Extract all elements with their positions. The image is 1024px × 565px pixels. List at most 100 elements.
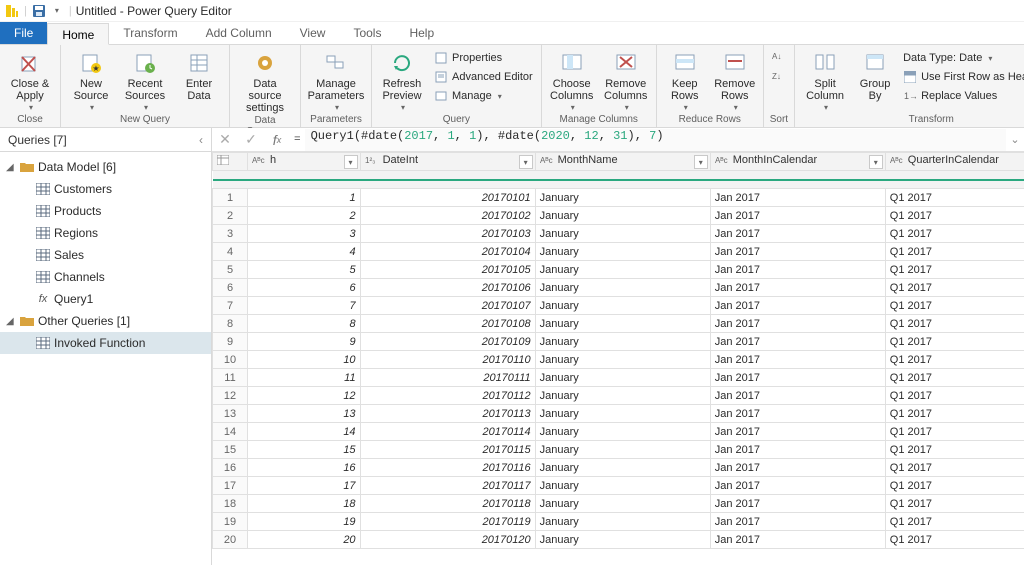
cell[interactable]: January xyxy=(535,279,710,297)
row-header[interactable]: 10 xyxy=(213,351,248,369)
split-column-button[interactable]: Split Column▾ xyxy=(801,47,849,112)
row-header[interactable]: 7 xyxy=(213,297,248,315)
data-source-settings-button[interactable]: Data source settings xyxy=(236,47,294,114)
cell[interactable]: 14 xyxy=(248,423,361,441)
tab-file[interactable]: File xyxy=(0,22,47,44)
expand-formula-icon[interactable]: ⌄ xyxy=(1006,133,1024,146)
remove-rows-button[interactable]: Remove Rows▾ xyxy=(713,47,757,112)
cell[interactable]: Q1 2017 xyxy=(885,405,1024,423)
cell[interactable]: 20170119 xyxy=(360,513,535,531)
cell[interactable]: 20170113 xyxy=(360,405,535,423)
table-row[interactable]: 151520170115JanuaryJan 2017Q1 2017 xyxy=(213,441,1024,459)
row-header[interactable]: 12 xyxy=(213,387,248,405)
table-row[interactable]: 161620170116JanuaryJan 2017Q1 2017 xyxy=(213,459,1024,477)
cell[interactable]: 7 xyxy=(248,297,361,315)
tree-folder[interactable]: ◢Data Model [6] xyxy=(0,156,211,178)
cell[interactable]: Jan 2017 xyxy=(710,531,885,549)
row-header[interactable]: 2 xyxy=(213,207,248,225)
cell[interactable]: Jan 2017 xyxy=(710,351,885,369)
cell[interactable]: Jan 2017 xyxy=(710,315,885,333)
cell[interactable]: Jan 2017 xyxy=(710,459,885,477)
row-header[interactable]: 4 xyxy=(213,243,248,261)
row-header[interactable]: 1 xyxy=(213,189,248,207)
accept-formula-button[interactable]: ✓ xyxy=(238,128,264,152)
cell[interactable]: 11 xyxy=(248,369,361,387)
cell[interactable]: 20170120 xyxy=(360,531,535,549)
cell[interactable]: January xyxy=(535,459,710,477)
cell[interactable]: January xyxy=(535,405,710,423)
row-header[interactable]: 9 xyxy=(213,333,248,351)
cell[interactable]: Jan 2017 xyxy=(710,189,885,207)
group-by-button[interactable]: Group By xyxy=(855,47,895,102)
cell[interactable]: 20170116 xyxy=(360,459,535,477)
cancel-formula-button[interactable]: ✕ xyxy=(212,128,238,152)
cell[interactable]: 20170105 xyxy=(360,261,535,279)
cell[interactable]: Jan 2017 xyxy=(710,441,885,459)
new-source-button[interactable]: ★ New Source▾ xyxy=(67,47,115,112)
tab-home[interactable]: Home xyxy=(47,23,109,45)
table-row[interactable]: 111120170111JanuaryJan 2017Q1 2017 xyxy=(213,369,1024,387)
cell[interactable]: 20170104 xyxy=(360,243,535,261)
cell[interactable]: Jan 2017 xyxy=(710,297,885,315)
cell[interactable]: January xyxy=(535,513,710,531)
tree-item[interactable]: Customers xyxy=(0,178,211,200)
cell[interactable]: Q1 2017 xyxy=(885,423,1024,441)
cell[interactable]: January xyxy=(535,495,710,513)
sort-asc-button[interactable]: A↓ xyxy=(770,47,788,65)
column-dropdown-icon[interactable]: ▾ xyxy=(694,155,708,169)
tree-item[interactable]: Products xyxy=(0,200,211,222)
cell[interactable]: January xyxy=(535,315,710,333)
row-header[interactable]: 19 xyxy=(213,513,248,531)
cell[interactable]: 20170101 xyxy=(360,189,535,207)
cell[interactable]: Q1 2017 xyxy=(885,495,1024,513)
tab-add-column[interactable]: Add Column xyxy=(192,22,286,44)
close-apply-button[interactable]: Close & Apply▾ xyxy=(6,47,54,112)
cell[interactable]: 5 xyxy=(248,261,361,279)
cell[interactable]: Jan 2017 xyxy=(710,513,885,531)
cell[interactable]: 4 xyxy=(248,243,361,261)
table-row[interactable]: 202020170120JanuaryJan 2017Q1 2017 xyxy=(213,531,1024,549)
cell[interactable]: 20170103 xyxy=(360,225,535,243)
cell[interactable]: Q1 2017 xyxy=(885,261,1024,279)
data-grid[interactable]: Aᴮc h▾1²₃ DateInt▾Aᴮc MonthName▾Aᴮc Mont… xyxy=(212,152,1024,565)
column-header[interactable]: Aᴮc QuarterInCalendar▾ xyxy=(885,153,1024,171)
tab-view[interactable]: View xyxy=(286,22,340,44)
table-row[interactable]: 101020170110JanuaryJan 2017Q1 2017 xyxy=(213,351,1024,369)
keep-rows-button[interactable]: Keep Rows▾ xyxy=(663,47,707,112)
row-header[interactable]: 14 xyxy=(213,423,248,441)
save-icon[interactable] xyxy=(31,3,47,19)
table-row[interactable]: 131320170113JanuaryJan 2017Q1 2017 xyxy=(213,405,1024,423)
cell[interactable]: 16 xyxy=(248,459,361,477)
cell[interactable]: Jan 2017 xyxy=(710,495,885,513)
cell[interactable]: January xyxy=(535,531,710,549)
cell[interactable]: Jan 2017 xyxy=(710,477,885,495)
cell[interactable]: January xyxy=(535,369,710,387)
sort-desc-button[interactable]: Z↓ xyxy=(770,67,788,85)
cell[interactable]: Q1 2017 xyxy=(885,315,1024,333)
row-header[interactable]: 18 xyxy=(213,495,248,513)
formula-input[interactable]: Query1(#date(2017, 1, 1), #date(2020, 12… xyxy=(305,129,1006,151)
cell[interactable]: Q1 2017 xyxy=(885,333,1024,351)
replace-values-button[interactable]: 1→2Replace Values xyxy=(901,87,1024,105)
row-header[interactable]: 13 xyxy=(213,405,248,423)
cell[interactable]: 20170115 xyxy=(360,441,535,459)
cell[interactable]: Jan 2017 xyxy=(710,423,885,441)
table-row[interactable]: 121220170112JanuaryJan 2017Q1 2017 xyxy=(213,387,1024,405)
fx-icon[interactable]: fx xyxy=(264,128,290,152)
column-header[interactable]: Aᴮc MonthName▾ xyxy=(535,153,710,171)
table-row[interactable]: 6620170106JanuaryJan 2017Q1 2017 xyxy=(213,279,1024,297)
cell[interactable]: Jan 2017 xyxy=(710,207,885,225)
choose-columns-button[interactable]: Choose Columns▾ xyxy=(548,47,596,112)
table-row[interactable]: 2220170102JanuaryJan 2017Q1 2017 xyxy=(213,207,1024,225)
cell[interactable]: 20170112 xyxy=(360,387,535,405)
tree-item[interactable]: Regions xyxy=(0,222,211,244)
cell[interactable]: Q1 2017 xyxy=(885,369,1024,387)
cell[interactable]: 1 xyxy=(248,189,361,207)
cell[interactable]: Q1 2017 xyxy=(885,351,1024,369)
refresh-preview-button[interactable]: Refresh Preview▾ xyxy=(378,47,426,112)
cell[interactable]: 17 xyxy=(248,477,361,495)
first-row-headers-button[interactable]: Use First Row as Headers▾ xyxy=(901,68,1024,86)
cell[interactable]: 19 xyxy=(248,513,361,531)
cell[interactable]: January xyxy=(535,387,710,405)
column-dropdown-icon[interactable]: ▾ xyxy=(869,155,883,169)
